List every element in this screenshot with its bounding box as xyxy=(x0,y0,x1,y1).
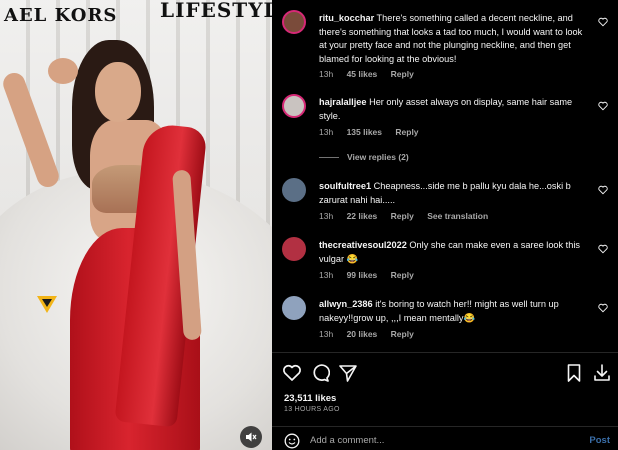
comment-username[interactable]: ritu_kocchar xyxy=(319,13,374,23)
reply-button[interactable]: Reply xyxy=(391,329,414,339)
speaker-muted-icon xyxy=(246,432,257,442)
comment-username[interactable]: allwyn_2386 xyxy=(319,299,373,309)
divider-line xyxy=(319,157,339,159)
post-media[interactable]: AEL KORS LIFESTYL xyxy=(0,0,272,450)
comment-list: ritu_kocchar There's something called a … xyxy=(272,0,618,352)
heart-icon[interactable] xyxy=(598,303,608,313)
comment-icon[interactable] xyxy=(310,363,330,383)
comment-meta: 13h 45 likes Reply xyxy=(319,69,425,79)
comment-input[interactable] xyxy=(310,432,560,448)
mute-button[interactable] xyxy=(240,426,262,448)
reply-button[interactable]: Reply xyxy=(391,69,414,79)
action-bar xyxy=(272,352,618,392)
comments-panel: ritu_kocchar There's something called a … xyxy=(272,0,618,450)
heart-icon[interactable] xyxy=(598,17,608,27)
send-icon[interactable] xyxy=(338,363,358,383)
comment-meta: 13h 99 likes Reply xyxy=(319,270,425,280)
comment-meta: 13h 20 likes Reply xyxy=(319,329,425,339)
comment-username[interactable]: thecreativesoul2022 xyxy=(319,240,407,250)
comment-time: 13h xyxy=(319,69,334,79)
person-in-red-saree xyxy=(0,0,272,450)
avatar[interactable] xyxy=(282,10,306,34)
comment-time: 13h xyxy=(319,211,334,221)
comment-meta: 13h 22 likes Reply See translation xyxy=(319,211,499,221)
heart-icon[interactable] xyxy=(598,101,608,111)
comment-username[interactable]: soulfultree1 xyxy=(319,181,371,191)
add-comment-bar: Post xyxy=(272,426,618,450)
bookmark-icon[interactable] xyxy=(564,363,584,383)
comment-meta: 13h 135 likes Reply xyxy=(319,127,430,137)
likes-count[interactable]: 23,511 likes xyxy=(284,393,336,404)
comment-likes[interactable]: 22 likes xyxy=(347,211,378,221)
reply-button[interactable]: Reply xyxy=(391,270,414,280)
emoji-icon[interactable] xyxy=(284,433,300,449)
comment-likes[interactable]: 99 likes xyxy=(347,270,378,280)
post-button[interactable]: Post xyxy=(589,435,610,446)
comment-likes[interactable]: 20 likes xyxy=(347,329,378,339)
view-replies-button[interactable]: View replies (2) xyxy=(319,152,409,162)
comment-time: 13h xyxy=(319,270,334,280)
comment-likes[interactable]: 135 likes xyxy=(347,127,382,137)
comment-time: 13h xyxy=(319,127,334,137)
heart-icon[interactable] xyxy=(282,363,302,383)
avatar[interactable] xyxy=(282,178,306,202)
avatar[interactable] xyxy=(282,94,306,118)
avatar[interactable] xyxy=(282,237,306,261)
heart-icon[interactable] xyxy=(598,185,608,195)
reply-button[interactable]: Reply xyxy=(391,211,414,221)
heart-icon[interactable] xyxy=(598,244,608,254)
avatar[interactable] xyxy=(282,296,306,320)
v-logo-icon xyxy=(37,296,57,313)
comment-likes[interactable]: 45 likes xyxy=(347,69,378,79)
post-timestamp: 13 HOURS AGO xyxy=(284,406,340,413)
download-icon[interactable] xyxy=(592,363,612,383)
reply-button[interactable]: Reply xyxy=(395,127,418,137)
comment-username[interactable]: hajralalljee xyxy=(319,97,367,107)
comment-time: 13h xyxy=(319,329,334,339)
see-translation-button[interactable]: See translation xyxy=(427,211,488,221)
